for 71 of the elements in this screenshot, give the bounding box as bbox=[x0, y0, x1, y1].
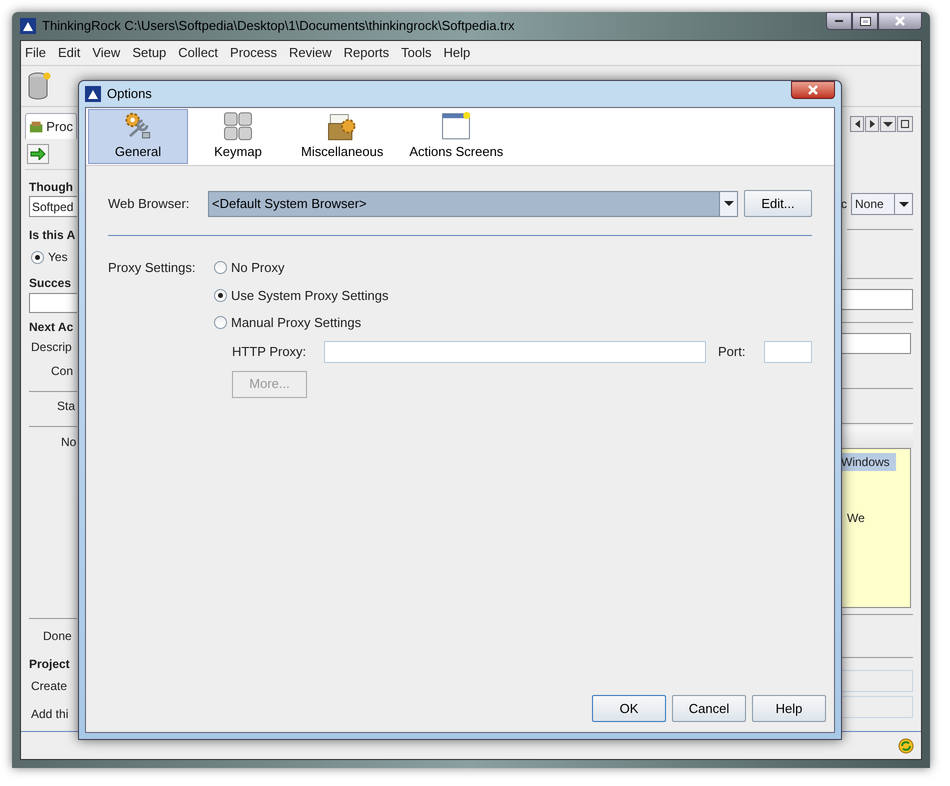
app-icon bbox=[85, 86, 101, 102]
radio-button[interactable] bbox=[214, 316, 227, 330]
folder-icon bbox=[29, 120, 44, 134]
field-label: Sta bbox=[56, 398, 76, 414]
field-label: Proxy Settings: bbox=[108, 259, 196, 277]
window-title: ThinkingRock C:\Users\Softpedia\Desktop\1\Documents\thinkingrock\Softpedia.trx bbox=[42, 17, 515, 36]
radio-label: No Proxy bbox=[231, 259, 284, 277]
field-label: HTTP Proxy: bbox=[232, 342, 308, 361]
refresh-icon[interactable] bbox=[897, 736, 915, 754]
field-label: Create bbox=[30, 678, 68, 694]
notes-area[interactable]: Windows We bbox=[841, 448, 911, 608]
menu-item[interactable]: Review bbox=[289, 43, 332, 63]
field-label: Add thi bbox=[30, 706, 70, 722]
keyboard-keys-icon bbox=[221, 111, 255, 142]
field-heading: Is this A bbox=[29, 227, 76, 243]
text-field[interactable] bbox=[841, 289, 913, 310]
menu-item[interactable]: Setup bbox=[132, 43, 166, 63]
maximize-panel-button[interactable] bbox=[897, 116, 913, 132]
tab-list-button[interactable] bbox=[880, 116, 896, 132]
close-button[interactable] bbox=[878, 12, 922, 30]
field-label: No bbox=[60, 434, 77, 450]
menu-item[interactable]: File bbox=[25, 43, 46, 63]
field-label: Con bbox=[50, 363, 74, 379]
radio-button[interactable] bbox=[214, 288, 227, 302]
close-button[interactable] bbox=[791, 81, 835, 99]
menu-item[interactable]: Tools bbox=[401, 43, 432, 63]
browser-dropdown[interactable]: <Default System Browser> bbox=[208, 190, 738, 216]
radio-button[interactable] bbox=[31, 250, 44, 264]
dialog-title: Options bbox=[107, 85, 152, 104]
close-icon bbox=[895, 16, 905, 26]
http-proxy-field[interactable] bbox=[324, 340, 706, 362]
radio-button[interactable] bbox=[214, 261, 227, 274]
dialog-button[interactable]: Cancel bbox=[672, 695, 746, 722]
database-icon[interactable] bbox=[27, 71, 51, 101]
app-icon bbox=[20, 18, 36, 34]
dialog-button[interactable]: OK bbox=[592, 695, 666, 722]
menu-item[interactable]: Edit bbox=[58, 43, 80, 63]
menu-item[interactable]: Reports bbox=[344, 43, 390, 63]
menu-item[interactable]: Process bbox=[230, 43, 278, 63]
field-heading: Next Ac bbox=[29, 319, 74, 335]
scroll-right-button[interactable] bbox=[865, 116, 879, 132]
radio-label: Use System Proxy Settings bbox=[231, 286, 388, 305]
dialog-button[interactable]: Help bbox=[752, 695, 826, 722]
window-icon bbox=[439, 111, 474, 142]
field-heading: Project bbox=[29, 656, 71, 672]
text-field[interactable] bbox=[841, 333, 911, 354]
thought-field[interactable]: Softped bbox=[29, 196, 77, 217]
scroll-left-button[interactable] bbox=[850, 116, 864, 132]
go-button[interactable] bbox=[27, 144, 49, 164]
tab[interactable]: Proc bbox=[25, 113, 77, 139]
priority-dropdown[interactable]: None bbox=[851, 193, 913, 215]
category-tab[interactable]: General bbox=[88, 109, 188, 164]
success-field[interactable] bbox=[29, 293, 77, 313]
radio-label: Yes bbox=[48, 249, 68, 265]
field-heading: Though bbox=[29, 179, 74, 195]
menu-item[interactable]: Help bbox=[444, 43, 470, 63]
field-label: Descrip bbox=[30, 339, 73, 355]
radio-label: Manual Proxy Settings bbox=[231, 314, 362, 332]
edit-button[interactable]: Edit... bbox=[744, 190, 812, 217]
maximize-button[interactable] bbox=[852, 12, 878, 30]
menu-item[interactable]: Collect bbox=[178, 43, 218, 63]
field-label: Web Browser: bbox=[108, 194, 190, 213]
field-label: Port: bbox=[718, 342, 746, 361]
close-icon bbox=[808, 85, 818, 95]
right-arrow-icon bbox=[30, 148, 46, 160]
table-header bbox=[841, 426, 913, 448]
field-heading: Succes bbox=[29, 275, 72, 291]
minimize-button[interactable] bbox=[826, 12, 852, 30]
port-field[interactable] bbox=[764, 340, 812, 362]
field-label: Done bbox=[42, 628, 73, 644]
menu-item[interactable]: View bbox=[92, 43, 120, 63]
